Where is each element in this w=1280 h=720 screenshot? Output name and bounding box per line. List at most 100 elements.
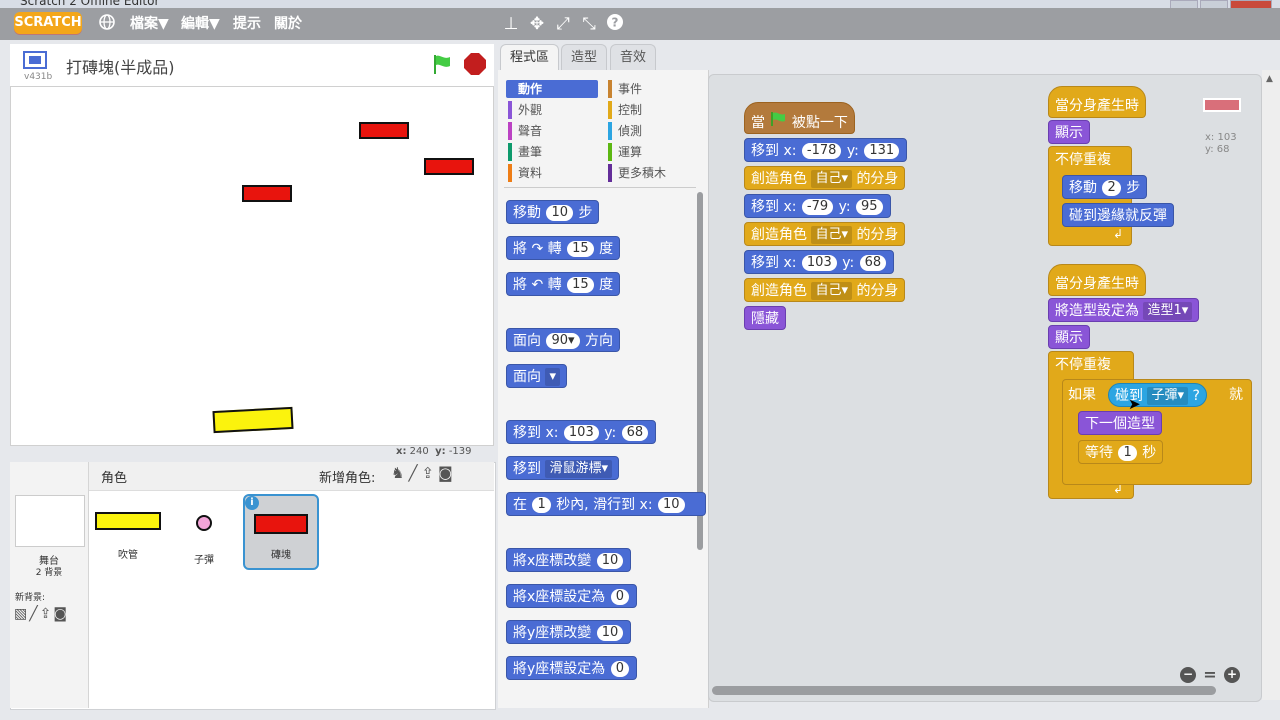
menu-edit[interactable]: 編輯▼	[181, 8, 220, 40]
camera-icon[interactable]: ◙	[438, 464, 457, 482]
new-backdrop-label: 新背景:	[15, 593, 46, 603]
svg-text:?: ?	[612, 16, 619, 30]
palette-block-goto-target[interactable]: 移到 滑鼠游標▾	[506, 456, 619, 480]
when-i-start-as-clone-block[interactable]: 當分身產生時	[1048, 264, 1146, 296]
shrink-icon[interactable]: ⤡	[578, 13, 600, 35]
touching-sensing-block[interactable]: 碰到 子彈▾ ?	[1108, 383, 1207, 407]
info-icon[interactable]: i	[245, 496, 259, 510]
menu-tips[interactable]: 提示	[233, 8, 261, 40]
category-looks[interactable]: 外觀	[508, 101, 542, 119]
sprites-title: 角色	[101, 471, 128, 486]
sprite-preview	[1203, 98, 1241, 112]
new-sprite-label: 新增角色:	[319, 471, 376, 486]
category-control[interactable]: 控制	[608, 101, 642, 119]
create-clone-block[interactable]: 創造角色 自己▾ 的分身	[744, 166, 906, 190]
stage-canvas[interactable]	[10, 86, 494, 446]
sprite-card[interactable]: 吹管	[92, 500, 164, 561]
scratch-logo[interactable]: SCRATCH	[14, 12, 82, 34]
sprite-thumbnail	[254, 514, 308, 534]
tab-scripts[interactable]: 程式區	[500, 44, 560, 72]
zoom-reset-icon[interactable]: =	[1202, 667, 1218, 683]
category-motion[interactable]: 動作	[506, 80, 598, 98]
palette-block-set-y[interactable]: 將y座標設定為 0	[506, 656, 638, 680]
sprite-card[interactable]: 子彈	[168, 500, 240, 566]
green-flag-icon[interactable]	[430, 52, 454, 80]
turn-left-icon: ↶	[531, 277, 544, 293]
palette-block-change-x[interactable]: 將x座標改變 10	[506, 548, 632, 572]
sprite-position: x: 103 y: 68	[1205, 132, 1237, 155]
menu-file[interactable]: 檔案▼	[130, 8, 169, 40]
new-sprite-tools: ♞╱⇪◙	[391, 464, 457, 482]
palette-block-change-y[interactable]: 將y座標改變 10	[506, 620, 632, 644]
move-steps-block[interactable]: 移動 2 步	[1062, 175, 1148, 199]
project-title[interactable]: 打磚塊(半成品)	[66, 54, 175, 78]
scripts-vertical-scrollbar[interactable]: ▲	[1262, 70, 1280, 700]
upload-icon[interactable]: ⇪	[40, 606, 54, 622]
create-clone-block[interactable]: 創造角色 自己▾ 的分身	[744, 278, 906, 302]
block-palette: 動作 事件 外觀 控制 聲音 偵測 畫筆 運算 資料 更多積木	[498, 70, 709, 708]
category-sound[interactable]: 聲音	[508, 122, 542, 140]
next-costume-block[interactable]: 下一個造型	[1078, 411, 1162, 435]
menubar: SCRATCH 檔案▼ 編輯▼ 提示 關於 ⊥ ✥ ⤢ ⤡ ?	[0, 8, 1280, 40]
paint-brush-icon[interactable]: ╱	[29, 606, 39, 622]
brick-sprite-clone	[242, 185, 292, 202]
category-more-blocks[interactable]: 更多積木	[608, 164, 666, 182]
tab-sounds[interactable]: 音效	[610, 44, 657, 71]
category-data[interactable]: 資料	[508, 164, 542, 182]
sprite-card-selected[interactable]: i 磚塊	[243, 494, 319, 570]
brick-sprite-clone	[359, 122, 409, 139]
when-i-start-as-clone-block[interactable]: 當分身產生時	[1048, 86, 1146, 118]
create-clone-block[interactable]: 創造角色 自己▾ 的分身	[744, 222, 906, 246]
help-icon[interactable]: ?	[604, 13, 626, 35]
palette-block-set-x[interactable]: 將x座標設定為 0	[506, 584, 638, 608]
palette-block-move[interactable]: 移動 10 步	[506, 200, 600, 224]
palette-block-point-direction[interactable]: 面向 90▾ 方向	[506, 328, 620, 352]
palette-block-turn-right[interactable]: 將 ↷ 轉 15 度	[506, 236, 621, 260]
zoom-controls: − = +	[1180, 667, 1246, 685]
category-sensing[interactable]: 偵測	[608, 122, 642, 140]
sprite-library-icon[interactable]: ♞	[391, 464, 408, 482]
cut-icon[interactable]: ✥	[526, 13, 548, 35]
menu-about[interactable]: 關於	[274, 8, 302, 40]
loop-arrow-icon: ↲	[1113, 227, 1124, 241]
category-pen[interactable]: 畫筆	[508, 143, 542, 161]
when-flag-clicked-block[interactable]: 當 被點一下	[744, 102, 855, 134]
brick-sprite-clone	[424, 158, 474, 175]
backdrop-count: 2 背景	[35, 568, 63, 578]
palette-block-glide[interactable]: 在 1 秒內, 滑行到 x: 10	[506, 492, 706, 516]
image-library-icon[interactable]: ▧	[14, 606, 29, 622]
show-block[interactable]: 顯示	[1048, 325, 1090, 349]
window-controls	[1170, 0, 1272, 10]
scripts-horizontal-scrollbar[interactable]	[712, 686, 1216, 695]
scroll-up-icon[interactable]: ▲	[1266, 74, 1273, 84]
palette-block-goto-xy[interactable]: 移到 x: 103 y: 68	[506, 420, 657, 444]
zoom-in-icon[interactable]: +	[1224, 667, 1240, 683]
zoom-out-icon[interactable]: −	[1180, 667, 1196, 683]
goto-xy-block[interactable]: 移到 x: -178 y: 131	[744, 138, 908, 162]
mouse-coordinates: x: 240 y: -139	[396, 446, 472, 457]
grow-icon[interactable]: ⤢	[552, 13, 574, 35]
bounce-on-edge-block[interactable]: 碰到邊緣就反彈	[1062, 203, 1174, 227]
duplicate-stamp-icon[interactable]: ⊥	[500, 13, 522, 35]
goto-xy-block[interactable]: 移到 x: 103 y: 68	[744, 250, 895, 274]
category-operators[interactable]: 運算	[608, 143, 642, 161]
goto-xy-block[interactable]: 移到 x: -79 y: 95	[744, 194, 891, 218]
palette-block-turn-left[interactable]: 將 ↶ 轉 15 度	[506, 272, 621, 296]
camera-icon[interactable]: ◙	[53, 606, 69, 622]
category-events[interactable]: 事件	[608, 80, 642, 98]
wait-seconds-block[interactable]: 等待 1 秒	[1078, 440, 1164, 464]
switch-costume-block[interactable]: 將造型設定為 造型1▾	[1048, 298, 1200, 322]
green-flag-icon	[769, 103, 787, 143]
palette-divider	[504, 187, 696, 188]
palette-block-point-towards[interactable]: 面向 ▾	[506, 364, 567, 388]
hide-block[interactable]: 隱藏	[744, 306, 786, 330]
upload-icon[interactable]: ⇪	[421, 464, 438, 482]
sprite-name: 磚塊	[271, 550, 291, 561]
sprite-name: 子彈	[194, 555, 214, 566]
show-block[interactable]: 顯示	[1048, 120, 1090, 144]
stage-thumbnail[interactable]	[15, 495, 85, 547]
globe-icon[interactable]	[96, 13, 118, 35]
paint-brush-icon[interactable]: ╱	[408, 464, 421, 482]
stop-icon[interactable]	[463, 52, 487, 80]
tab-costumes[interactable]: 造型	[561, 44, 608, 71]
